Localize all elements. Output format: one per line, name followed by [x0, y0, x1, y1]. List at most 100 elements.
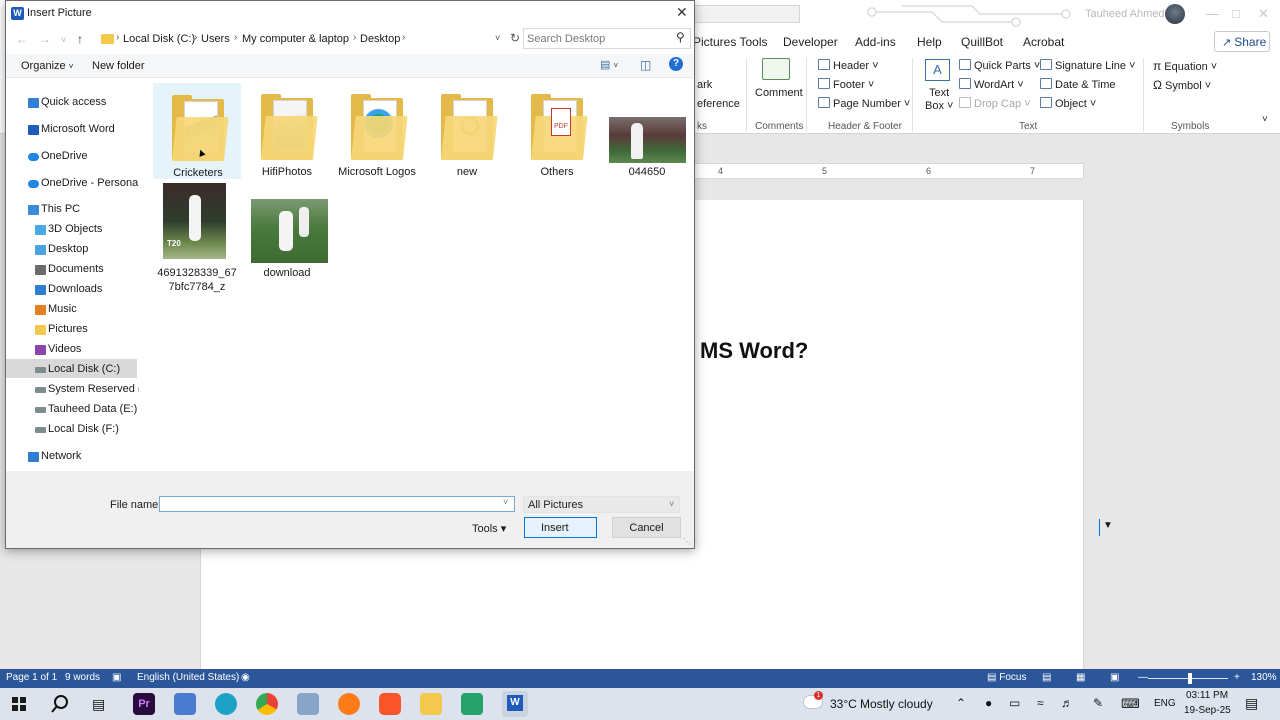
image-item[interactable]: T20 4691328339_677bfc7784_z — [153, 183, 241, 293]
nav-item[interactable]: Downloads — [48, 283, 102, 295]
breadcrumb-local-disk[interactable]: Local Disk (C:) — [123, 33, 195, 45]
app-icon[interactable] — [461, 693, 483, 715]
footer-button[interactable]: Footer ˅ — [818, 78, 874, 91]
tab-help[interactable]: Help — [917, 35, 942, 49]
breadcrumb-my-computer[interactable]: My computer & laptop — [242, 33, 349, 45]
clock-time[interactable]: 03:11 PM — [1186, 690, 1228, 701]
view-options-icon[interactable]: ▤ ˅ — [600, 58, 618, 71]
notification-icon[interactable]: ▤ — [1245, 695, 1258, 712]
new-folder-button[interactable]: New folder — [92, 60, 145, 72]
breadcrumb-desktop[interactable]: Desktop — [360, 33, 400, 45]
file-type-dropdown-icon[interactable]: ˅ — [669, 499, 674, 509]
edge-icon[interactable] — [215, 693, 237, 715]
folder-item[interactable]: Cricketers — [153, 83, 241, 179]
quick-parts-button[interactable]: Quick Parts ˅ — [959, 59, 1040, 72]
pen-icon[interactable]: ✎ — [1093, 696, 1103, 710]
breadcrumb-users[interactable]: Users — [201, 33, 230, 45]
print-layout-icon[interactable]: ▦ — [1076, 672, 1085, 683]
folder-item[interactable]: Microsoft Logos — [333, 83, 421, 179]
zoom-level[interactable]: 130% — [1251, 672, 1277, 683]
task-view-icon[interactable]: ▤ — [92, 696, 105, 713]
page-count[interactable]: Page 1 of 1 — [6, 672, 57, 683]
nav-item[interactable]: Microsoft Word — [41, 123, 115, 135]
symbol-button[interactable]: Ω Symbol ˅ — [1153, 78, 1211, 92]
object-button[interactable]: Object ˅ — [1040, 97, 1096, 110]
microphone-icon[interactable]: ● — [985, 696, 992, 710]
close-icon[interactable]: ✕ — [1258, 6, 1269, 22]
help-icon[interactable]: ? — [669, 57, 683, 71]
organize-button[interactable]: Organize ˅ — [21, 60, 73, 72]
word-search-box[interactable] — [694, 5, 800, 23]
wordart-button[interactable]: WordArt ˅ — [959, 78, 1024, 91]
proofing-icon[interactable]: ▣ — [112, 672, 121, 683]
nav-item[interactable]: Documents — [48, 263, 104, 275]
header-button[interactable]: Header ˅ — [818, 59, 879, 72]
nav-item[interactable]: Pictures — [48, 323, 88, 335]
cancel-button[interactable]: Cancel — [612, 517, 681, 538]
language-indicator[interactable]: ENG — [1154, 698, 1176, 709]
volume-icon[interactable]: ♬ — [1061, 696, 1073, 710]
keyboard-icon[interactable]: ⌨ — [1121, 696, 1140, 712]
breadcrumb-chevron-icon[interactable]: › — [194, 32, 197, 43]
tools-button[interactable]: Tools ▾ — [472, 522, 506, 535]
web-layout-icon[interactable]: ▣ — [1110, 672, 1119, 683]
nav-item[interactable]: 3D Objects — [48, 223, 102, 235]
battery-icon[interactable]: ▭ — [1009, 696, 1020, 710]
word-active-icon[interactable]: W — [502, 691, 528, 717]
app-icon[interactable] — [174, 693, 196, 715]
folder-item[interactable]: HifiPhotos — [243, 83, 331, 179]
resize-grip-icon[interactable]: ⋱ — [683, 537, 691, 546]
signature-line-button[interactable]: Signature Line ˅ — [1040, 59, 1135, 72]
zoom-in-icon[interactable]: + — [1234, 672, 1240, 683]
search-box[interactable]: ⚲ — [523, 28, 691, 49]
text-box-label-2[interactable]: Box ˅ — [925, 100, 953, 112]
text-box-label-1[interactable]: Text — [929, 87, 949, 99]
nav-item[interactable]: Videos — [48, 343, 81, 355]
focus-button[interactable]: ▤ Focus — [987, 672, 1026, 683]
windows-start-icon[interactable] — [12, 697, 26, 711]
nav-item[interactable]: Network — [41, 450, 81, 462]
nav-item[interactable]: Desktop — [48, 243, 88, 255]
page-number-button[interactable]: Page Number ˅ — [818, 97, 910, 110]
word-count[interactable]: 9 words — [65, 672, 100, 683]
read-mode-icon[interactable]: ▤ — [1042, 672, 1051, 683]
forward-arrow-icon[interactable]: → — [39, 32, 51, 46]
insert-button[interactable]: Insert ▼ — [524, 517, 1113, 538]
app-icon[interactable] — [297, 693, 319, 715]
breadcrumb-chevron-icon[interactable]: › — [116, 32, 119, 43]
zoom-out-icon[interactable]: — — [1138, 672, 1148, 683]
dialog-titlebar[interactable]: W Insert Picture ✕ — [6, 1, 694, 27]
nav-item[interactable]: Tauheed Data (E:) — [48, 403, 137, 415]
collapse-ribbon-icon[interactable]: ˅ — [1262, 114, 1268, 125]
equation-button[interactable]: π Equation ˅ — [1153, 59, 1217, 73]
tab-pictures-tools[interactable]: Pictures Tools — [693, 35, 767, 49]
file-explorer-icon[interactable] — [420, 693, 442, 715]
chevron-down-icon[interactable]: ˅ — [61, 35, 66, 45]
avatar[interactable] — [1165, 4, 1185, 24]
premiere-pro-icon[interactable]: Pr — [133, 693, 155, 715]
file-type-select[interactable]: All Pictures — [523, 496, 680, 513]
ribbon-cross-reference-partial[interactable]: eference — [697, 98, 740, 110]
nav-item[interactable]: System Reserved (D: — [48, 383, 153, 395]
nav-item[interactable]: OneDrive - Personal — [41, 177, 141, 189]
breadcrumb-chevron-icon[interactable]: › — [353, 32, 356, 43]
share-button[interactable]: ↗ Share — [1214, 31, 1270, 52]
language[interactable]: English (United States) — [137, 672, 239, 683]
wifi-icon[interactable]: ≈ — [1037, 696, 1044, 710]
back-arrow-icon[interactable]: ← — [16, 32, 28, 46]
weather-text[interactable]: Mostly cloudy — [860, 697, 933, 711]
nav-item[interactable]: Local Disk (C:) — [48, 363, 120, 375]
date-time-button[interactable]: Date & Time — [1040, 78, 1116, 91]
file-name-dropdown-icon[interactable]: ˅ — [503, 497, 508, 507]
ribbon-link-partial[interactable]: ark — [697, 79, 712, 91]
address-bar[interactable]: › Local Disk (C:) › Users › My computer … — [97, 28, 527, 49]
tab-add-ins[interactable]: Add-ins — [855, 35, 896, 49]
zoom-slider-thumb[interactable] — [1188, 673, 1192, 684]
breadcrumb-chevron-icon[interactable]: › — [402, 32, 405, 43]
clock-date[interactable]: 19-Sep-25 — [1184, 705, 1231, 716]
folder-item[interactable]: new — [423, 83, 511, 179]
firefox-icon[interactable] — [338, 693, 360, 715]
nav-item[interactable]: OneDrive — [41, 150, 87, 162]
up-arrow-icon[interactable]: ↑ — [77, 32, 83, 46]
refresh-icon[interactable]: ↻ — [510, 31, 520, 45]
